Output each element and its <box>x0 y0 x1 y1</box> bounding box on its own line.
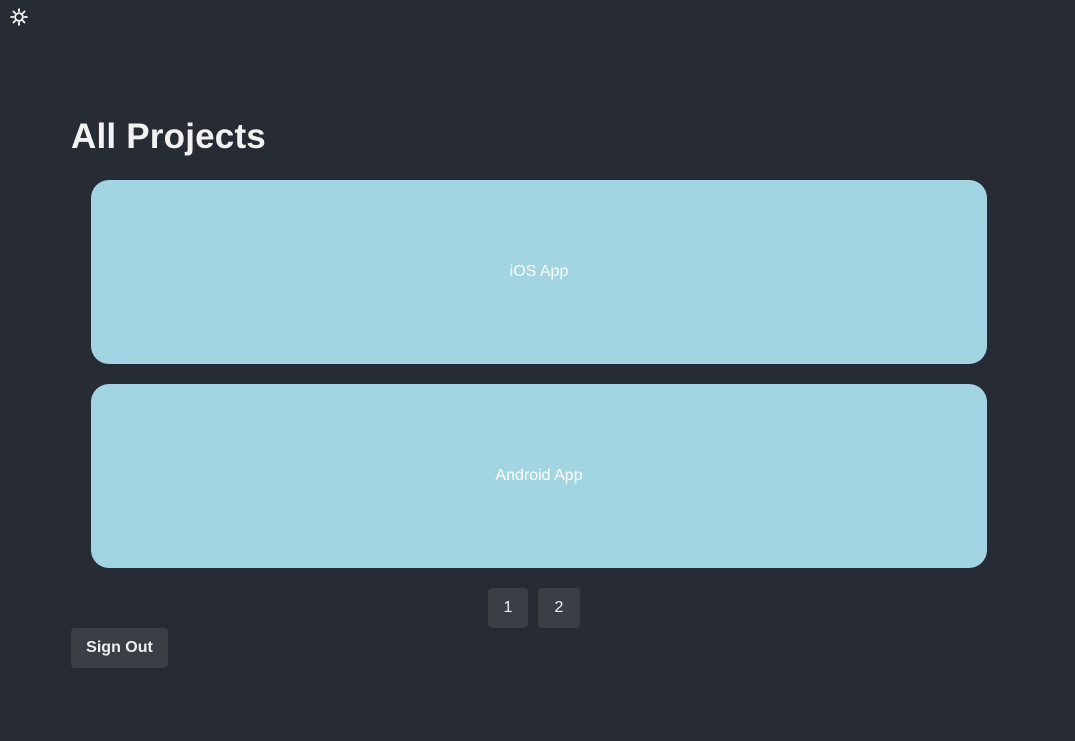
project-list: iOS App Android App <box>91 180 987 588</box>
sun-icon <box>10 8 28 26</box>
page-title: All Projects <box>71 117 266 156</box>
project-card-label: iOS App <box>509 263 569 280</box>
project-card-ios-app[interactable]: iOS App <box>91 180 987 364</box>
page-button-2[interactable]: 2 <box>538 588 580 628</box>
theme-toggle-button[interactable] <box>9 7 29 27</box>
project-card-label: Android App <box>495 467 583 484</box>
pagination: 1 2 <box>488 588 580 628</box>
sign-out-button[interactable]: Sign Out <box>71 628 168 668</box>
project-card-android-app[interactable]: Android App <box>91 384 987 568</box>
page-button-1[interactable]: 1 <box>488 588 528 628</box>
